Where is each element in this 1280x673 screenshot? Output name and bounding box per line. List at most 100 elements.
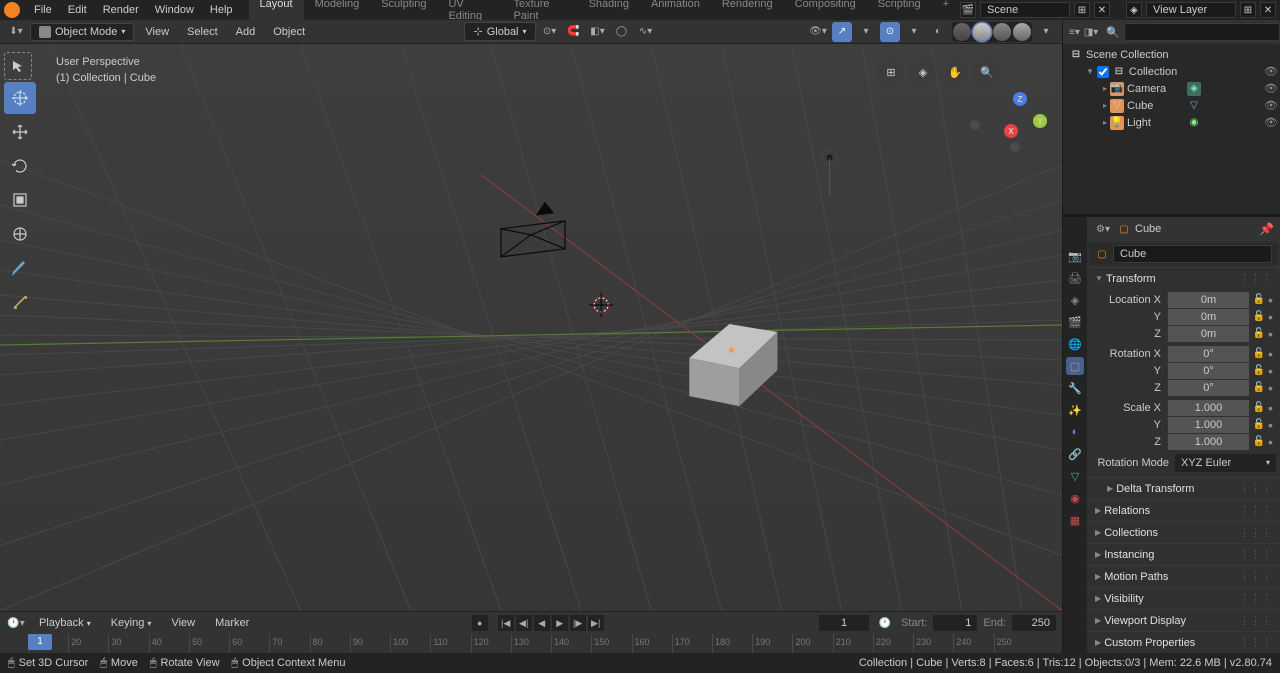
- tool-cursor[interactable]: [4, 82, 36, 114]
- lock-icon[interactable]: 🔓: [1252, 419, 1266, 430]
- start-frame-input[interactable]: 1: [933, 615, 977, 631]
- shading-rendered[interactable]: [1013, 23, 1031, 41]
- outliner-editor-select[interactable]: ≡▾: [1069, 22, 1080, 42]
- viewport-3d[interactable]: User Perspective (1) Collection | Cube: [0, 44, 1062, 611]
- proportional-edit-toggle[interactable]: ◯: [612, 22, 632, 42]
- location-y-input[interactable]: 0m: [1167, 309, 1250, 325]
- axis-z-icon[interactable]: Z: [1013, 92, 1027, 106]
- jump-next-keyframe-button[interactable]: |▶: [570, 615, 586, 631]
- location-z-input[interactable]: 0m: [1167, 326, 1250, 342]
- visibility-select[interactable]: 👁▾: [808, 22, 828, 42]
- overlays-toggle[interactable]: ⊙: [880, 22, 900, 42]
- disclosure-triangle-icon[interactable]: ▸: [1103, 118, 1107, 127]
- timeline-menu-playback[interactable]: Playback ▾: [32, 614, 98, 632]
- tab-output[interactable]: 🖨: [1066, 269, 1084, 287]
- visibility-toggle-icon[interactable]: 👁: [1264, 82, 1278, 95]
- outliner-display-mode[interactable]: ◨▾: [1084, 22, 1098, 42]
- anim-dot[interactable]: •: [1268, 330, 1276, 338]
- anim-dot[interactable]: •: [1268, 367, 1276, 375]
- tab-constraints[interactable]: 🔗: [1066, 445, 1084, 463]
- xray-toggle[interactable]: ◐: [928, 22, 948, 42]
- anim-dot[interactable]: •: [1268, 296, 1276, 304]
- timeline-menu-view[interactable]: View: [164, 614, 202, 632]
- timeline-ruler[interactable]: 1020304050607080901001101201301401501601…: [0, 634, 1062, 653]
- viewport-menu-add[interactable]: Add: [229, 23, 263, 41]
- mode-select[interactable]: Object Mode ▾: [30, 23, 134, 41]
- tool-rotate[interactable]: [4, 150, 36, 182]
- shading-wireframe[interactable]: [953, 23, 971, 41]
- visibility-toggle-icon[interactable]: 👁: [1264, 99, 1278, 112]
- current-frame-input[interactable]: 1: [819, 615, 869, 631]
- shading-solid[interactable]: [973, 23, 991, 41]
- axis-gizmo[interactable]: Z Y X: [990, 92, 1050, 152]
- lock-icon[interactable]: 🔓: [1252, 402, 1266, 413]
- disclosure-triangle-icon[interactable]: ▼: [1086, 67, 1094, 76]
- scale-y-input[interactable]: 1.000: [1167, 417, 1250, 433]
- panel-transform-header[interactable]: ▼ Transform ⋮⋮⋮: [1087, 267, 1280, 289]
- anim-dot[interactable]: •: [1268, 313, 1276, 321]
- scale-z-input[interactable]: 1.000: [1167, 434, 1250, 450]
- lock-icon[interactable]: 🔓: [1252, 294, 1266, 305]
- rotation-z-input[interactable]: 0°: [1167, 380, 1250, 396]
- anim-dot[interactable]: •: [1268, 384, 1276, 392]
- anim-dot[interactable]: •: [1268, 350, 1276, 358]
- jump-prev-keyframe-button[interactable]: ◀|: [516, 615, 532, 631]
- pin-icon[interactable]: 📌: [1259, 222, 1274, 236]
- anim-dot[interactable]: •: [1268, 404, 1276, 412]
- object-name-input[interactable]: [1113, 245, 1272, 263]
- tab-world[interactable]: 🌐: [1066, 335, 1084, 353]
- jump-start-button[interactable]: |◀: [498, 615, 514, 631]
- tab-object[interactable]: ▢: [1066, 357, 1084, 375]
- menu-window[interactable]: Window: [147, 1, 202, 19]
- tool-select-box[interactable]: [4, 52, 32, 80]
- tab-physics[interactable]: ◐: [1066, 423, 1084, 441]
- visibility-toggle-icon[interactable]: 👁: [1264, 116, 1278, 129]
- timeline-menu-marker[interactable]: Marker: [208, 614, 256, 632]
- lock-icon[interactable]: 🔓: [1252, 436, 1266, 447]
- play-button[interactable]: ▶: [552, 615, 568, 631]
- auto-keying-toggle[interactable]: ●: [472, 615, 488, 631]
- proportional-falloff[interactable]: ∿▾: [636, 22, 656, 42]
- scene-name-field[interactable]: Scene: [980, 2, 1070, 18]
- tool-measure[interactable]: [4, 286, 36, 318]
- snap-options[interactable]: ◧▾: [588, 22, 608, 42]
- outliner-cube[interactable]: ▸ ▽ Cube ▽ 👁: [1065, 97, 1278, 114]
- location-x-input[interactable]: 0m: [1167, 292, 1250, 308]
- axis-x-icon[interactable]: X: [1004, 124, 1018, 138]
- menu-edit[interactable]: Edit: [60, 1, 95, 19]
- timeline-editor-select[interactable]: 🕐▾: [6, 613, 26, 633]
- panel-motion-paths-header[interactable]: ▶ Motion Paths⋮⋮⋮: [1087, 565, 1280, 587]
- playhead[interactable]: 1: [28, 634, 52, 650]
- menu-file[interactable]: File: [26, 1, 60, 19]
- gizmo-options[interactable]: ▾: [856, 22, 876, 42]
- view-layer-field[interactable]: View Layer: [1146, 2, 1236, 18]
- orientation-select[interactable]: ⊹ Global ▾: [464, 22, 535, 41]
- outliner-light[interactable]: ▸ 💡 Light ◉ 👁: [1065, 114, 1278, 131]
- tab-particles[interactable]: ✨: [1066, 401, 1084, 419]
- tab-modifiers[interactable]: 🔧: [1066, 379, 1084, 397]
- zoom-button[interactable]: 🔍: [974, 59, 1000, 85]
- lock-icon[interactable]: 🔓: [1252, 328, 1266, 339]
- panel-custom-properties-header[interactable]: ▶ Custom Properties⋮⋮⋮: [1087, 631, 1280, 653]
- lock-icon[interactable]: 🔓: [1252, 382, 1266, 393]
- panel-visibility-header[interactable]: ▶ Visibility⋮⋮⋮: [1087, 587, 1280, 609]
- scene-browse-icon[interactable]: 🎬: [960, 2, 976, 18]
- outliner-camera[interactable]: ▸ 📷 Camera ◈ 👁: [1065, 80, 1278, 97]
- rotation-mode-select[interactable]: XYZ Euler▾: [1175, 454, 1276, 472]
- rotation-y-input[interactable]: 0°: [1167, 363, 1250, 379]
- tool-move[interactable]: [4, 116, 36, 148]
- menu-help[interactable]: Help: [202, 1, 241, 19]
- rotation-x-input[interactable]: 0°: [1167, 346, 1250, 362]
- anim-dot[interactable]: •: [1268, 438, 1276, 446]
- tab-scene[interactable]: 🎬: [1066, 313, 1084, 331]
- outliner-collection[interactable]: ▼ ⊟ Collection 👁: [1065, 63, 1278, 80]
- panel-relations-header[interactable]: ▶ Relations⋮⋮⋮: [1087, 499, 1280, 521]
- viewlayer-new-button[interactable]: ⊞: [1240, 2, 1256, 18]
- viewport-menu-view[interactable]: View: [138, 23, 176, 41]
- gizmo-toggle[interactable]: ↗: [832, 22, 852, 42]
- panel-viewport-display-header[interactable]: ▶ Viewport Display⋮⋮⋮: [1087, 609, 1280, 631]
- lock-icon[interactable]: 🔓: [1252, 311, 1266, 322]
- tab-mesh[interactable]: ▽: [1066, 467, 1084, 485]
- disclosure-triangle-icon[interactable]: ▸: [1103, 101, 1107, 110]
- end-frame-input[interactable]: 250: [1012, 615, 1056, 631]
